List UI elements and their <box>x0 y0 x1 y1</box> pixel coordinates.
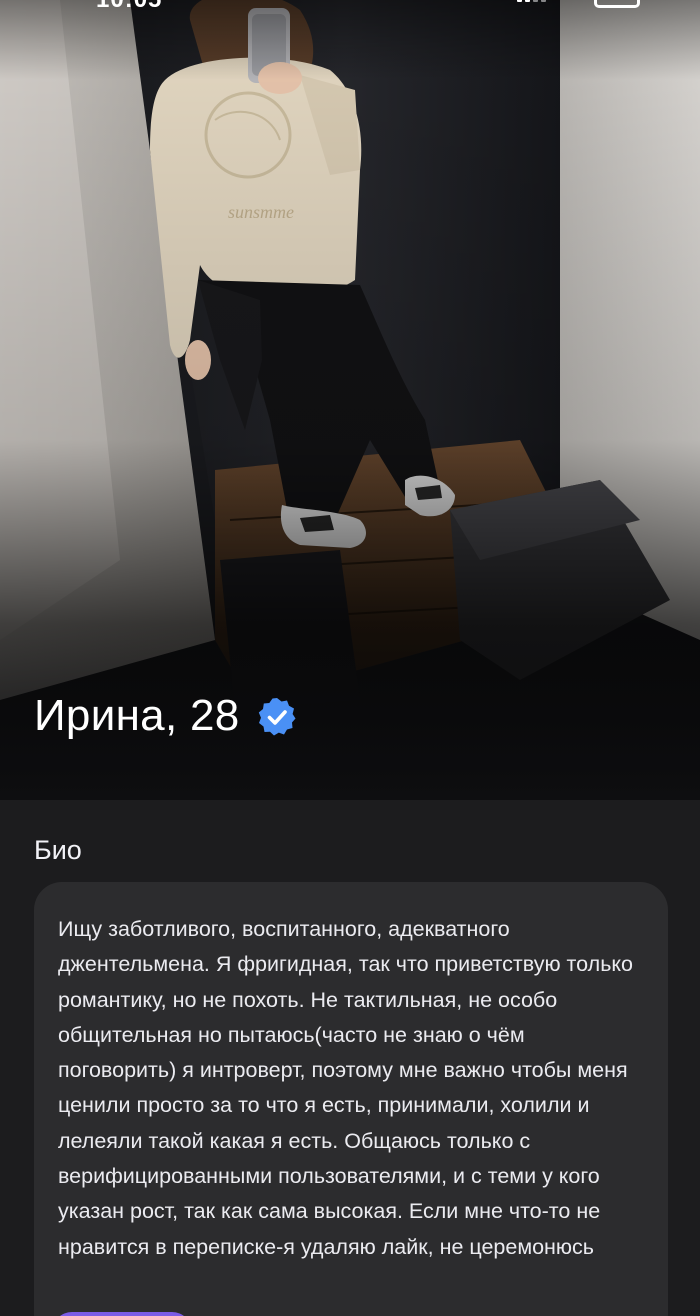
profile-screen: sunsmme 10:05 <box>0 0 700 1316</box>
wifi-icon <box>562 0 578 8</box>
verified-check-badge-icon[interactable] <box>256 696 298 738</box>
profile-name-age: Ирина, 28 <box>34 691 240 740</box>
status-bar: 10:05 <box>0 0 700 14</box>
bio-action-pill[interactable] <box>52 1312 192 1316</box>
profile-photo-image: sunsmme <box>0 0 700 800</box>
status-time: 10:05 <box>96 0 162 14</box>
bio-text: Ищу заботливого, воспитанного, адекватно… <box>58 917 633 1259</box>
profile-photo[interactable]: sunsmme 10:05 <box>0 0 700 800</box>
bio-title: Био <box>34 835 82 865</box>
signal-icon <box>517 0 546 2</box>
bio-card: Ищу заботливого, воспитанного, адекватно… <box>34 882 668 1316</box>
bio-section: Био Ищу заботливого, воспитанного, адекв… <box>0 800 700 1316</box>
battery-icon <box>594 0 640 8</box>
status-icons <box>517 0 640 8</box>
profile-name-row: Ирина, 28 <box>34 690 298 742</box>
